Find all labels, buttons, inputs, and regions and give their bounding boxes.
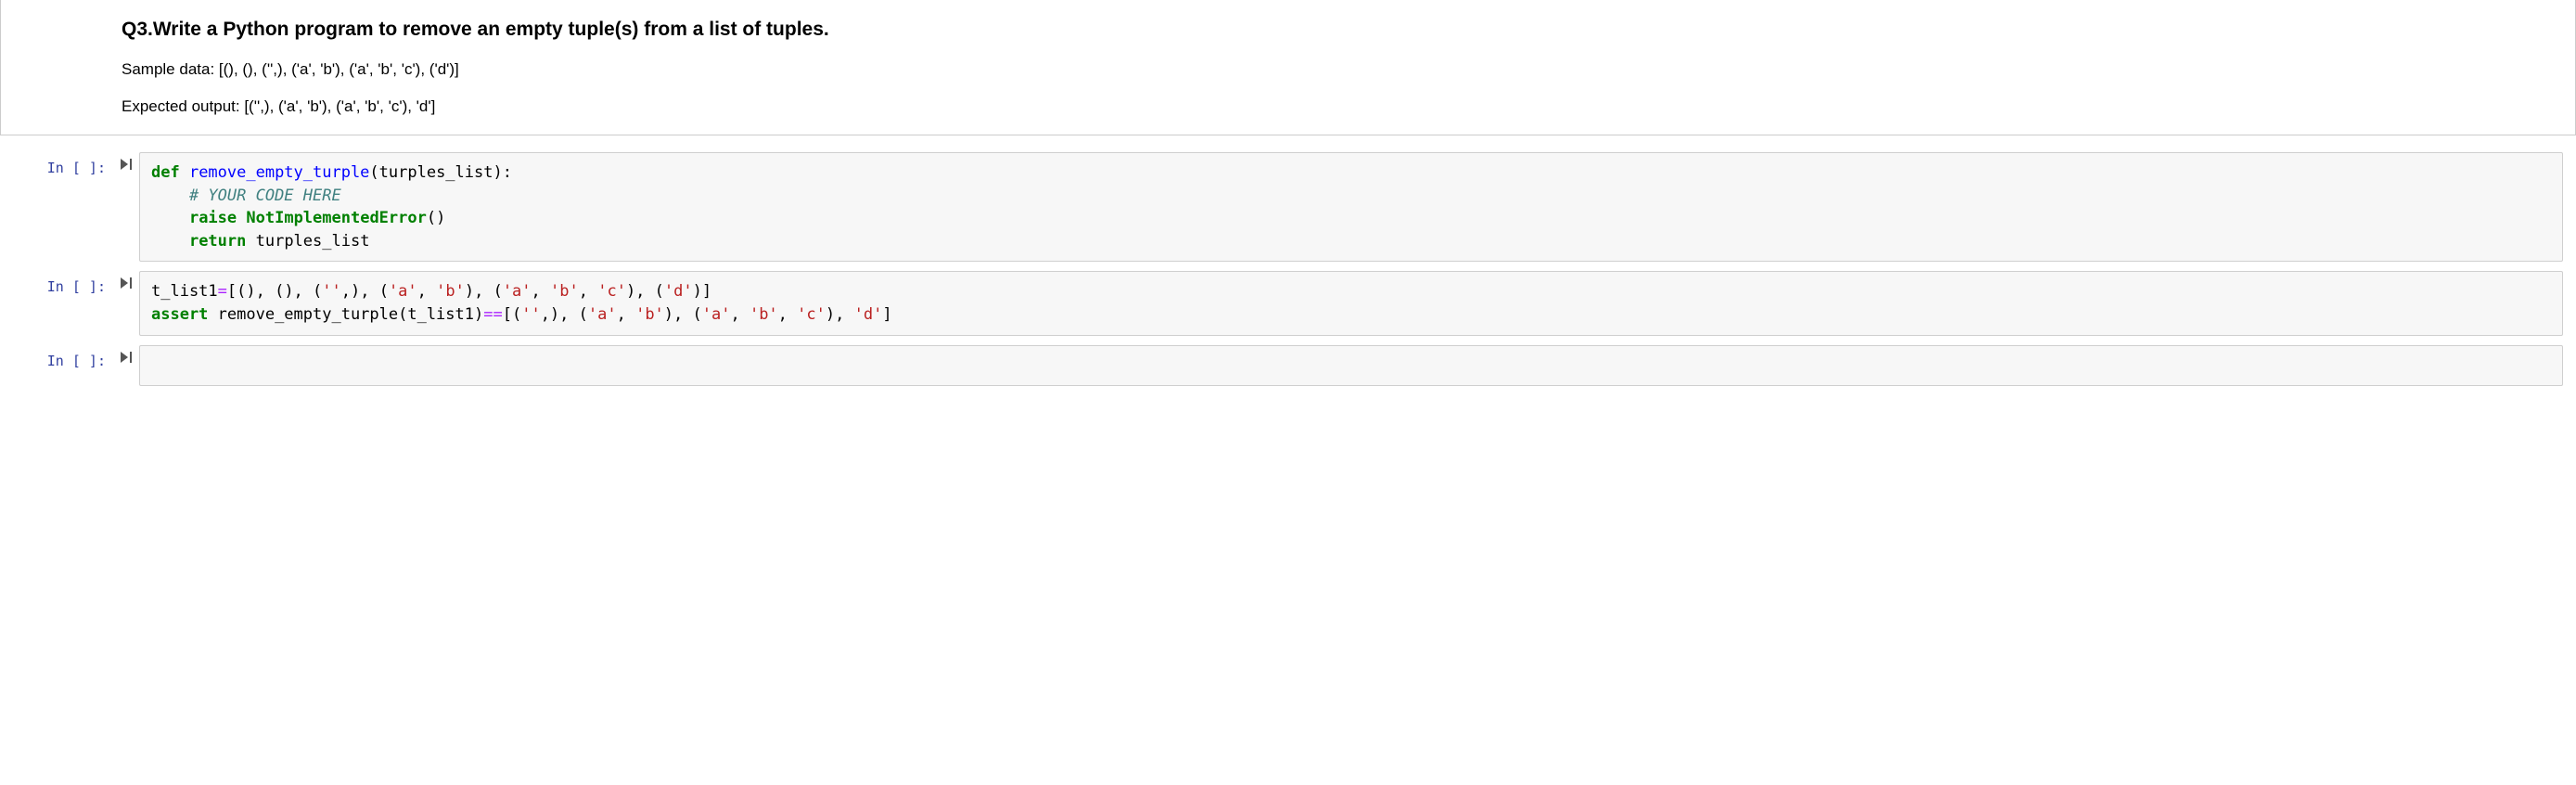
cell-prompt: In [ ]: (24, 152, 113, 176)
run-icon (120, 158, 133, 171)
question-heading: Q3.Write a Python program to remove an e… (122, 17, 2558, 42)
code-input[interactable]: def remove_empty_turple(turples_list): #… (139, 152, 2563, 263)
run-cell-button[interactable] (113, 345, 139, 367)
code-input[interactable] (139, 345, 2563, 387)
run-cell-button[interactable] (113, 152, 139, 174)
expected-output-text: Expected output: [('',), ('a', 'b'), ('a… (122, 96, 2558, 118)
cell-prompt: In [ ]: (24, 271, 113, 295)
sample-data-text: Sample data: [(), (), ('',), ('a', 'b'),… (122, 58, 2558, 81)
run-icon (120, 277, 133, 290)
code-cells-area: In [ ]: def remove_empty_turple(turples_… (0, 143, 2576, 405)
run-icon (120, 351, 133, 364)
code-input[interactable]: t_list1=[(), (), ('',), ('a', 'b'), ('a'… (139, 271, 2563, 335)
code-cell: In [ ]: def remove_empty_turple(turples_… (24, 152, 2563, 263)
cell-prompt: In [ ]: (24, 345, 113, 369)
run-cell-button[interactable] (113, 271, 139, 292)
code-cell: In [ ]: (24, 345, 2563, 387)
code-cell: In [ ]: t_list1=[(), (), ('',), ('a', 'b… (24, 271, 2563, 335)
markdown-cell: Q3.Write a Python program to remove an e… (0, 0, 2576, 135)
